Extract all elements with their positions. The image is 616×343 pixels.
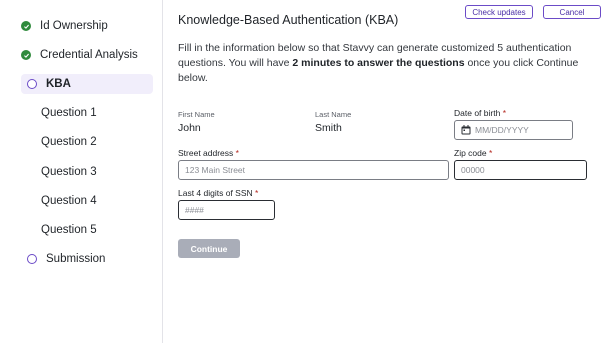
street-address-input[interactable]: 123 Main Street [178, 160, 449, 180]
sidebar-item-kba[interactable]: KBA [21, 74, 153, 94]
sidebar-item-label: Credential Analysis [40, 49, 138, 61]
sidebar-item-question-1[interactable]: Question 1 [41, 103, 173, 123]
required-mark: * [235, 148, 239, 158]
zip-placeholder: 00000 [461, 165, 485, 175]
sidebar-item-label: Question 3 [41, 166, 97, 178]
intro-text: Fill in the information below so that St… [178, 41, 594, 86]
dob-placeholder: MM/DD/YYYY [475, 125, 529, 135]
zip-code-input[interactable]: 00000 [454, 160, 587, 180]
sidebar-item-label: Question 1 [41, 107, 97, 119]
sidebar-item-id-ownership[interactable]: Id Ownership [21, 16, 153, 36]
sidebar-item-label: Question 2 [41, 136, 97, 148]
ring-icon [27, 254, 37, 264]
sidebar-item-submission[interactable]: Submission [21, 249, 153, 269]
check-circle-icon [21, 21, 31, 31]
check-circle-icon [21, 50, 31, 60]
last-name-label: Last Name [315, 110, 352, 119]
intro-text-bold: 2 minutes to answer the questions [292, 57, 465, 69]
check-updates-button[interactable]: Check updates [465, 5, 533, 19]
ssn-input[interactable]: #### [178, 200, 275, 220]
continue-button[interactable]: Continue [178, 239, 240, 258]
zip-label: Zip code * [454, 148, 492, 158]
required-mark: * [255, 188, 259, 198]
zip-label-text: Zip code [454, 148, 487, 158]
street-label-text: Street address [178, 148, 234, 158]
street-label: Street address * [178, 148, 239, 158]
required-mark: * [502, 108, 506, 118]
first-name-value: John [178, 122, 201, 134]
cancel-button[interactable]: Cancel [543, 5, 601, 19]
sidebar-item-question-4[interactable]: Question 4 [41, 191, 173, 211]
required-mark: * [488, 148, 493, 158]
sidebar-item-label: Question 4 [41, 195, 97, 207]
ssn-label-text: Last 4 digits of SSN [178, 188, 253, 198]
ssn-label: Last 4 digits of SSN * [178, 188, 258, 198]
last-name-value: Smith [315, 122, 342, 134]
page-title: Knowledge-Based Authentication (KBA) [178, 13, 399, 27]
sidebar-item-question-3[interactable]: Question 3 [41, 162, 173, 182]
ssn-placeholder: #### [185, 205, 204, 215]
dob-label-text: Date of birth [454, 108, 501, 118]
sidebar-item-label: Submission [46, 253, 106, 265]
first-name-label: First Name [178, 110, 215, 119]
sidebar-item-question-2[interactable]: Question 2 [41, 132, 173, 152]
sidebar-item-label: Id Ownership [40, 20, 108, 32]
dob-label: Date of birth * [454, 108, 506, 118]
sidebar: Id Ownership Credential Analysis KBA Que… [0, 0, 163, 343]
sidebar-item-label: KBA [46, 78, 71, 90]
sidebar-item-credential-analysis[interactable]: Credential Analysis [21, 45, 153, 65]
dob-field[interactable]: MM/DD/YYYY [454, 120, 573, 140]
calendar-icon [461, 125, 471, 135]
sidebar-item-question-5[interactable]: Question 5 [41, 220, 173, 240]
ring-icon [27, 79, 37, 89]
sidebar-item-label: Question 5 [41, 224, 97, 236]
street-placeholder: 123 Main Street [185, 165, 246, 175]
